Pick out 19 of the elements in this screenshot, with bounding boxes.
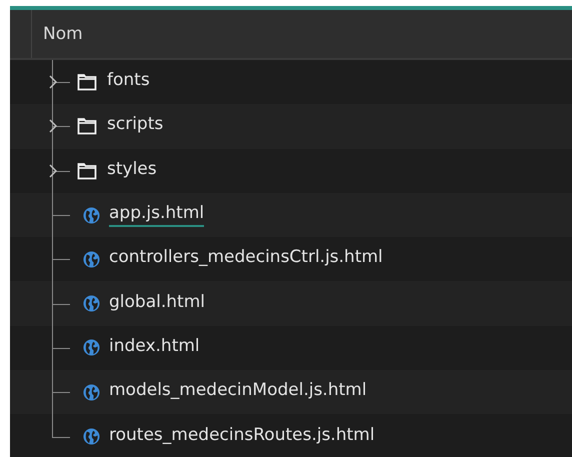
column-header[interactable]: Nom <box>43 24 83 44</box>
folder-icon <box>77 162 97 180</box>
globe-icon <box>83 384 100 401</box>
folder-icon <box>77 73 97 92</box>
folder-icon <box>77 117 97 136</box>
globe-icon <box>83 428 100 446</box>
globe-icon <box>83 339 100 356</box>
chevron-icon[interactable] <box>48 74 58 90</box>
file-name[interactable]: scripts <box>107 114 164 138</box>
chevron-icon[interactable] <box>48 162 58 179</box>
globe-icon <box>83 250 100 268</box>
file-name[interactable]: fonts <box>107 70 150 94</box>
globe-icon <box>83 206 100 224</box>
file-name[interactable]: global.html <box>109 292 205 316</box>
globe-icon <box>83 295 100 312</box>
file-name[interactable]: styles <box>107 158 157 183</box>
chevron-icon[interactable] <box>48 118 58 134</box>
file-name[interactable]: app.js.html <box>109 203 204 228</box>
file-name[interactable]: index.html <box>109 336 200 360</box>
